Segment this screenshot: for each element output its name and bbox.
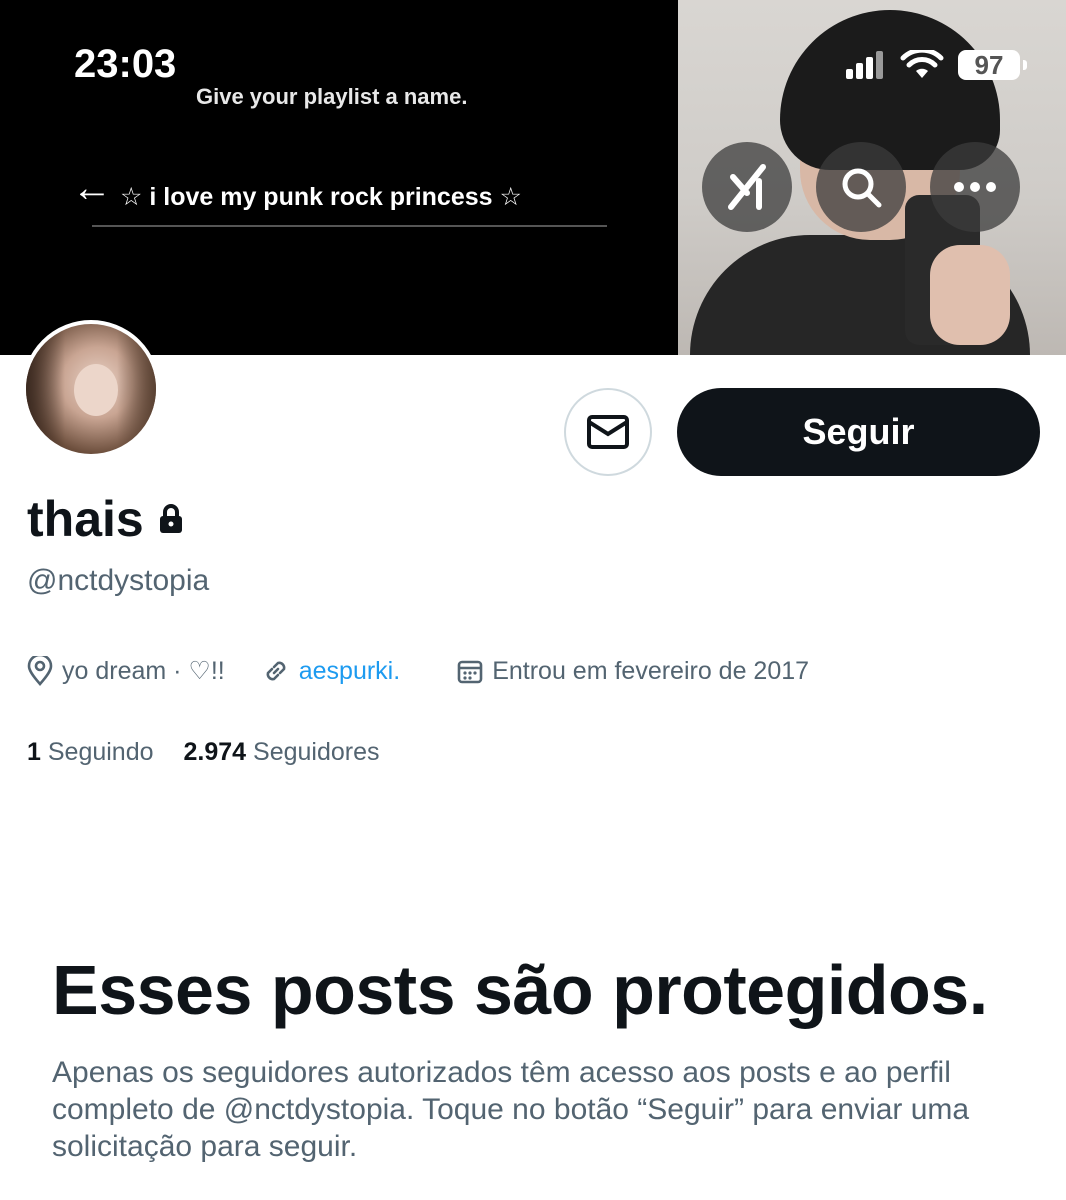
- banner-underline: [92, 225, 607, 227]
- more-button[interactable]: [930, 142, 1020, 232]
- banner-photo-hand: [930, 245, 1010, 345]
- following-label: Seguindo: [47, 738, 154, 766]
- following-stat[interactable]: 1 Seguindo: [27, 738, 154, 767]
- lock-icon: [159, 504, 182, 533]
- message-button[interactable]: [564, 388, 652, 476]
- avatar[interactable]: [22, 320, 160, 458]
- profile-handle: @nctdystopia: [27, 564, 210, 597]
- follow-stats: 1 Seguindo 2.974 Seguidores: [27, 738, 380, 767]
- signal-icon: [846, 51, 883, 79]
- protected-title: Esses posts são protegidos.: [52, 951, 988, 1029]
- protected-description: Apenas os seguidores autorizados têm ace…: [52, 1056, 970, 1163]
- followers-label: Seguidores: [253, 738, 380, 766]
- banner-playlist-name: ☆ i love my punk rock princess ☆: [120, 183, 522, 211]
- status-icons: 97: [846, 49, 1027, 80]
- website-link[interactable]: aespurki.: [299, 657, 400, 686]
- link-icon: [266, 661, 286, 681]
- website-item[interactable]: aespurki.: [261, 656, 400, 686]
- avatar-photo: [26, 324, 156, 454]
- profile-name-row: thais: [27, 490, 184, 548]
- search-icon: [842, 168, 882, 208]
- grok-icon: [728, 164, 766, 210]
- follow-button[interactable]: Seguir: [677, 388, 1040, 476]
- battery-icon: 97: [958, 49, 1027, 80]
- joined-item: Entrou em fevereiro de 2017: [456, 657, 809, 686]
- followers-count: 2.974: [183, 738, 247, 766]
- status-time: 23:03: [74, 42, 177, 86]
- location-pin-icon: [27, 656, 53, 686]
- more-icon: [954, 182, 996, 192]
- mail-icon: [587, 415, 629, 449]
- joined-text: Entrou em fevereiro de 2017: [492, 656, 810, 685]
- search-button[interactable]: [816, 142, 906, 232]
- wifi-icon: [900, 50, 944, 78]
- banner-prompt-text: Give your playlist a name.: [196, 84, 468, 109]
- calendar-icon: [457, 660, 483, 684]
- profile-meta: yo dream · ♡!! aespurki. Entrou em fever…: [26, 656, 809, 686]
- grok-button[interactable]: [702, 142, 792, 232]
- following-count: 1: [27, 738, 41, 766]
- display-name: thais: [27, 491, 144, 547]
- location-text: yo dream · ♡!!: [62, 657, 225, 685]
- battery-level: 97: [974, 49, 1004, 80]
- arrow-left-icon: ←: [72, 166, 112, 210]
- followers-stat[interactable]: 2.974 Seguidores: [184, 738, 380, 767]
- location-item: yo dream · ♡!!: [26, 656, 225, 686]
